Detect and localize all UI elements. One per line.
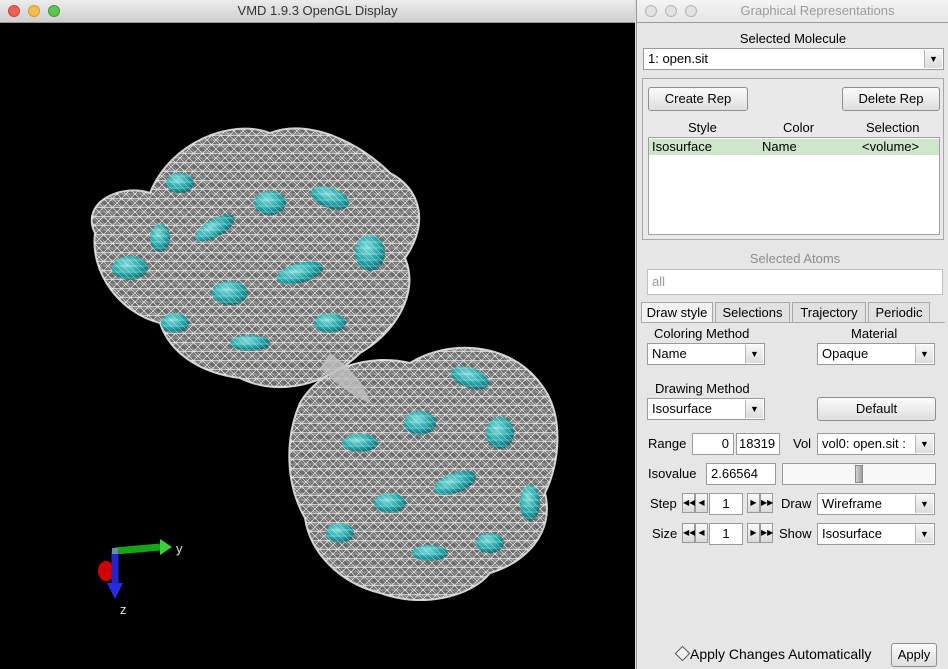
rep-titlebar[interactable]: Graphical Representations [637,0,948,23]
rep-selection-cell: <volume> [862,139,920,154]
z-axis-label: z [120,602,127,617]
molecule-viewport[interactable]: y z [0,23,635,669]
delete-rep-button[interactable]: Delete Rep [842,87,940,111]
rep-style-cell: Isosurface [652,139,712,154]
drawing-method-value: Isosurface [652,401,712,416]
minimize-window-icon[interactable] [28,5,40,17]
tab-periodic[interactable]: Periodic [868,302,930,323]
vol-label: Vol [793,436,812,451]
draw-value: Wireframe [822,496,882,511]
material-value: Opaque [822,346,869,361]
coloring-method-select[interactable]: Name ▼ [647,343,765,365]
rep-color-cell: Name [762,139,797,154]
size-increment-small-button[interactable]: ▶ [747,523,760,543]
axes-indicator: y z [98,539,183,617]
chevron-down-icon: ▼ [915,495,933,513]
tab-draw-style[interactable]: Draw style [641,302,713,323]
step-decrement-small-button[interactable]: ◀ [695,493,708,513]
size-increment-button[interactable]: ▶▶ [760,523,773,543]
graphical-representations-window: Graphical Representations Selected Molec… [636,0,948,669]
size-input[interactable]: 1 [709,523,743,545]
selected-atoms-input[interactable]: all [647,269,943,295]
size-decrement-small-button[interactable]: ◀ [695,523,708,543]
material-select[interactable]: Opaque ▼ [817,343,935,365]
reps-group: Create Rep Delete Rep Style Color Select… [642,78,944,240]
selected-molecule-value: 1: open.sit [648,51,708,66]
default-button[interactable]: Default [817,397,936,421]
close-window-icon[interactable] [645,5,657,17]
show-select[interactable]: Isosurface ▼ [817,523,935,545]
draw-label: Draw [781,496,812,511]
size-label: Size [652,526,678,541]
apply-button[interactable]: Apply [891,643,937,667]
chevron-down-icon: ▼ [924,50,942,68]
coloring-method-label: Coloring Method [654,326,750,341]
zoom-window-icon[interactable] [48,5,60,17]
step-input[interactable]: 1 [709,493,743,515]
range-min-input[interactable]: 0 [692,433,734,455]
close-window-icon[interactable] [8,5,20,17]
reps-list[interactable]: Isosurface Name <volume> [648,137,940,235]
drawing-method-select[interactable]: Isosurface ▼ [647,398,765,420]
y-axis-label: y [176,541,183,556]
selected-molecule-select[interactable]: 1: open.sit ▼ [643,48,944,70]
range-max-input[interactable]: 18319 [736,433,780,455]
step-decrement-button[interactable]: ◀◀ [682,493,695,513]
lower-lobe-isosurface [288,346,559,602]
volume-value: vol0: open.sit : [822,436,906,451]
tab-selections[interactable]: Selections [715,302,790,323]
upper-lobe-isosurface [90,127,421,389]
rep-window-title: Graphical Representations [740,3,895,18]
chevron-down-icon: ▼ [915,345,933,363]
col-selection: Selection [866,120,920,135]
gl-window-title: VMD 1.9.3 OpenGL Display [237,3,398,18]
show-label: Show [779,526,812,541]
apply-auto-toggle[interactable] [674,645,691,662]
step-label: Step [650,496,677,511]
gl-titlebar[interactable]: VMD 1.9.3 OpenGL Display [0,0,635,23]
col-style: Style [688,120,717,135]
chevron-down-icon: ▼ [915,525,933,543]
chevron-down-icon: ▼ [745,345,763,363]
table-row[interactable]: Isosurface Name <volume> [649,139,939,155]
show-value: Isosurface [822,526,882,541]
isovalue-input[interactable]: 2.66564 [706,463,776,485]
zoom-window-icon[interactable] [685,5,697,17]
step-increment-small-button[interactable]: ▶ [747,493,760,513]
tab-divider [641,322,945,323]
drawing-method-label: Drawing Method [655,381,750,396]
minimize-window-icon[interactable] [665,5,677,17]
apply-auto-label: Apply Changes Automatically [690,646,872,662]
create-rep-button[interactable]: Create Rep [648,87,748,111]
isovalue-label: Isovalue [648,466,697,481]
coloring-method-value: Name [652,346,687,361]
chevron-down-icon: ▼ [745,400,763,418]
isovalue-slider[interactable] [782,463,936,485]
range-label: Range [648,436,687,451]
opengl-display-window: VMD 1.9.3 OpenGL Display y z [0,0,635,669]
step-increment-button[interactable]: ▶▶ [760,493,773,513]
chevron-down-icon: ▼ [915,435,933,453]
size-decrement-button[interactable]: ◀◀ [682,523,695,543]
draw-select[interactable]: Wireframe ▼ [817,493,935,515]
selected-atoms-label: Selected Atoms [749,251,841,266]
selected-molecule-label: Selected Molecule [739,31,847,46]
material-label: Material [851,326,898,341]
isovalue-slider-thumb[interactable] [855,465,863,483]
volume-select[interactable]: vol0: open.sit : ▼ [817,433,935,455]
col-color: Color [783,120,815,135]
tab-trajectory[interactable]: Trajectory [792,302,866,323]
